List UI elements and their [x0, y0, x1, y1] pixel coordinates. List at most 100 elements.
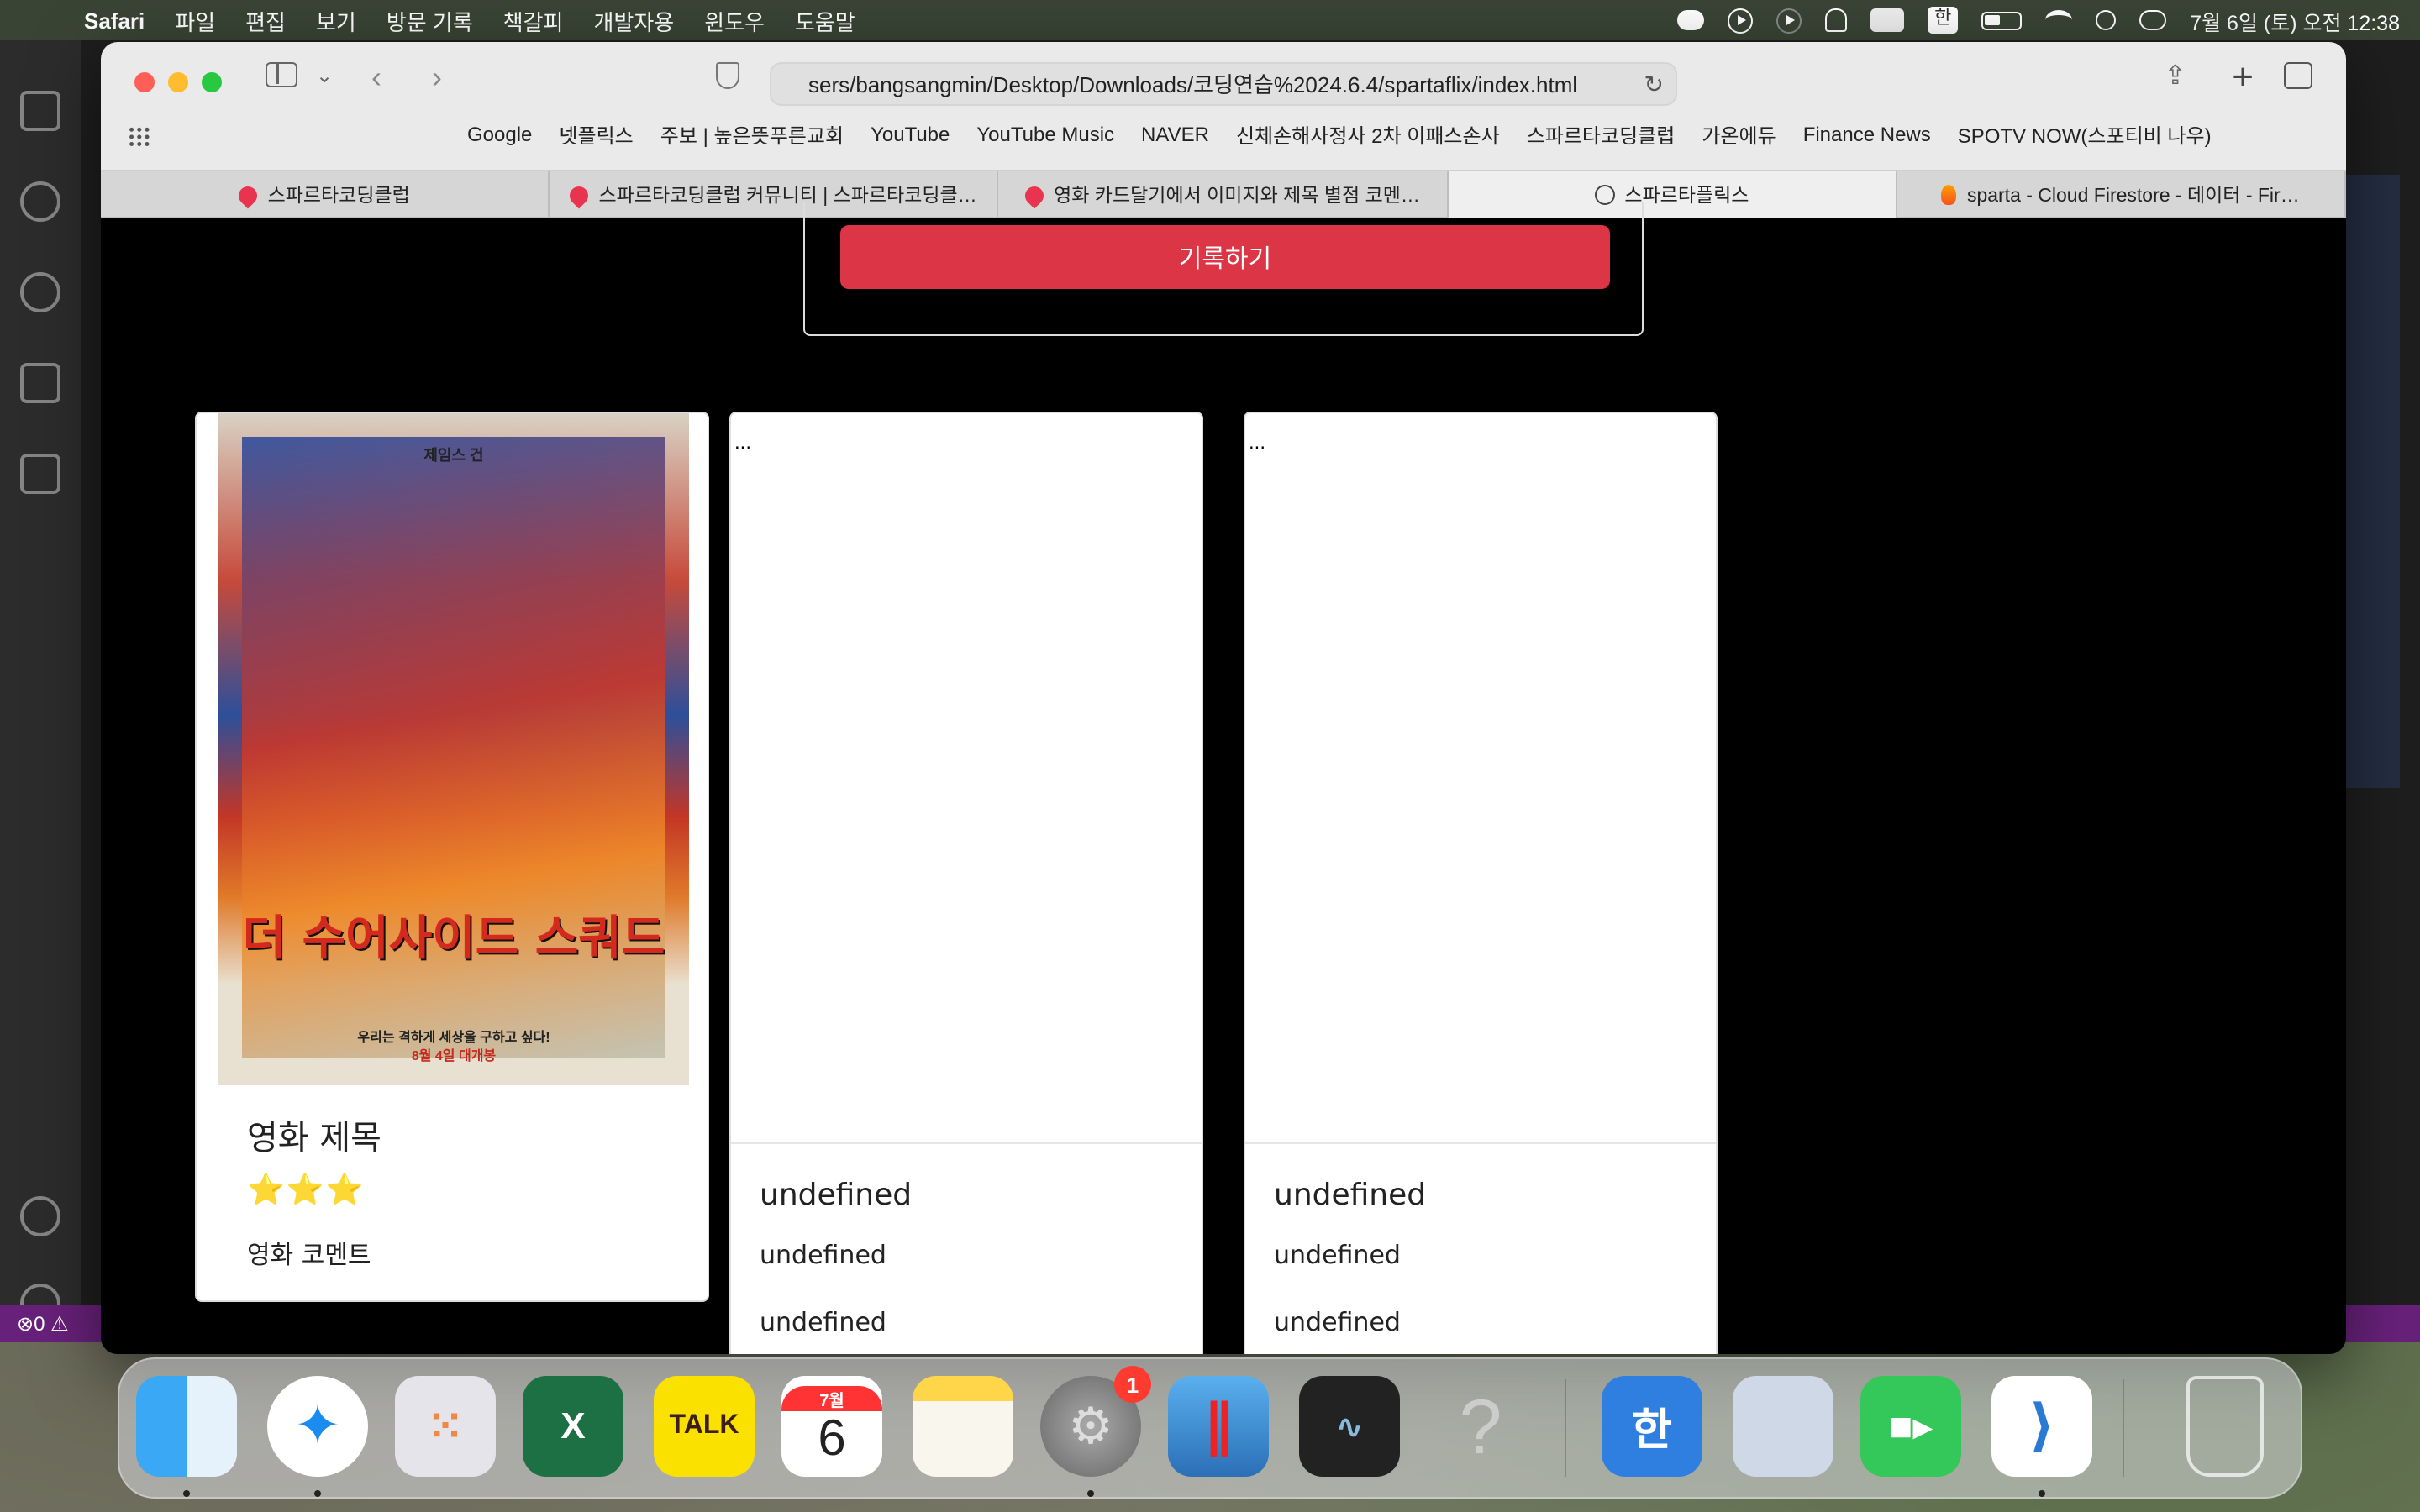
forward-button[interactable]: ›	[432, 60, 442, 96]
facetime-icon[interactable]: ■▸	[1860, 1376, 1961, 1477]
movie-card: 제임스 건 더 수어사이드 스쿼드 우리는 격하게 세상을 구하고 싶다! 8월…	[195, 412, 709, 1302]
bookmark-church[interactable]: 주보 | 높은뜻푸른교회	[660, 120, 844, 149]
bookmark-gaonedu[interactable]: 가온에듀	[1702, 120, 1776, 149]
menubar-app-icon[interactable]	[1870, 8, 1905, 32]
system-settings-icon[interactable]: ⚙ 1	[1040, 1366, 1151, 1477]
card-title: undefined	[760, 1178, 913, 1213]
bookmark-spotv[interactable]: SPOTV NOW(스포티비 나우)	[1958, 120, 2212, 149]
bookmark-google[interactable]: Google	[467, 123, 532, 146]
warning-icon[interactable]: ⚠	[45, 1312, 69, 1336]
battery-icon[interactable]	[1981, 11, 2023, 29]
card-star-rating: undefined	[760, 1240, 886, 1270]
tab-label: sparta - Cloud Firestore - 데이터 - Fir…	[1966, 186, 2300, 207]
movie-card: ... undefined undefined undefined	[1244, 412, 1718, 1354]
vscode-activity-bar	[0, 40, 81, 1342]
media-play-icon[interactable]	[1728, 8, 1754, 33]
tab-firestore[interactable]: sparta - Cloud Firestore - 데이터 - Fir…	[1897, 171, 2346, 218]
menu-bookmarks[interactable]: 책갈피	[503, 4, 564, 36]
menu-view[interactable]: 보기	[316, 4, 356, 36]
record-button[interactable]: 기록하기	[840, 225, 1610, 289]
activity-monitor-icon[interactable]: ∿	[1299, 1376, 1400, 1477]
launchpad-icon[interactable]: ⁙	[395, 1376, 496, 1477]
trash-icon[interactable]	[2186, 1376, 2264, 1477]
spotlight-search-icon[interactable]	[2096, 10, 2117, 30]
dock: ✦ ⁙ X TALK 7월 6 ⚙ 1 ∥ ∿ ? 한 ■▸ ⟩	[118, 1357, 2302, 1499]
wifi-icon[interactable]	[2045, 10, 2073, 30]
fullscreen-window-button[interactable]	[202, 72, 222, 92]
notification-bell-icon[interactable]	[1825, 8, 1848, 32]
back-button[interactable]: ‹	[371, 60, 381, 96]
record-form: 기록하기	[803, 202, 1644, 336]
bookmark-naver[interactable]: NAVER	[1141, 123, 1209, 146]
menu-develop[interactable]: 개발자용	[594, 4, 675, 36]
media-app-icon[interactable]	[1776, 8, 1802, 33]
notes-icon[interactable]	[913, 1376, 1013, 1477]
menu-window[interactable]: 윈도우	[704, 4, 765, 36]
source-control-icon[interactable]	[20, 272, 60, 312]
safari-window: ⌄ ‹ › sers/bangsangmin/Desktop/Downloads…	[101, 42, 2346, 1354]
control-center-icon[interactable]	[2139, 10, 2167, 30]
input-source-indicator[interactable]: 한	[1928, 7, 1959, 34]
parallels-icon[interactable]: ∥	[1168, 1376, 1269, 1477]
card-star-rating: ⭐⭐⭐	[247, 1173, 366, 1206]
card-comment: undefined	[760, 1307, 886, 1337]
tab-sparta-coding-club[interactable]: 스파르타코딩클럽	[101, 171, 550, 218]
card-comment: 영화 코멘트	[247, 1240, 371, 1270]
share-icon[interactable]: ⇪	[2164, 59, 2186, 92]
image-alt-text: ...	[1249, 430, 1266, 454]
bookmark-netflix[interactable]: 넷플릭스	[559, 120, 633, 149]
messenger-icon[interactable]	[1677, 10, 1705, 30]
address-bar[interactable]: sers/bangsangmin/Desktop/Downloads/코딩연습%…	[770, 62, 1677, 106]
menu-edit[interactable]: 편집	[245, 4, 286, 36]
error-icon[interactable]: ⊗	[17, 1312, 34, 1336]
card-title: 영화 제목	[247, 1117, 381, 1158]
hancom-viewer-icon[interactable]: 한	[1602, 1376, 1702, 1477]
url-text: sers/bangsangmin/Desktop/Downloads/코딩연습%…	[808, 72, 1578, 97]
privacy-shield-icon[interactable]	[716, 62, 739, 89]
safari-compass-icon[interactable]: ✦	[267, 1376, 368, 1477]
image-alt-text: ...	[734, 430, 752, 454]
poster-title-text: 더 수어사이드 스쿼드	[242, 911, 666, 966]
reload-icon[interactable]: ↻	[1644, 64, 1664, 104]
close-window-button[interactable]	[134, 72, 155, 92]
minimize-window-button[interactable]	[168, 72, 188, 92]
sparta-icon	[235, 181, 262, 208]
new-tab-button[interactable]: +	[2232, 55, 2254, 99]
bookmark-epass[interactable]: 신체손해사정사 2차 이패스손사	[1236, 120, 1500, 149]
poster-director-text: 제임스 건	[424, 447, 484, 464]
card-title: undefined	[1274, 1178, 1427, 1213]
spartaflix-page: 기록하기 제임스 건 더 수어사이드 스쿼드 우리는 격하게 세상을 구하고 싶…	[101, 202, 2346, 1354]
menu-help[interactable]: 도움말	[795, 4, 855, 36]
menu-history[interactable]: 방문 기록	[387, 4, 473, 36]
macos-menu-bar: Safari 파일 편집 보기 방문 기록 책갈피 개발자용 윈도우 도움말 한…	[0, 0, 2420, 40]
run-debug-icon[interactable]	[20, 363, 60, 403]
bookmark-finance-news[interactable]: Finance News	[1803, 123, 1931, 146]
sparta-icon	[566, 181, 593, 208]
favorites-bar: Google 넷플릭스 주보 | 높은뜻푸른교회 YouTube YouTube…	[101, 116, 2346, 153]
explorer-icon[interactable]	[20, 91, 60, 131]
error-count[interactable]: 0	[34, 1312, 45, 1336]
calendar-icon[interactable]: 7월 6	[781, 1376, 882, 1477]
chevron-down-icon[interactable]: ⌄	[316, 64, 333, 87]
kakaotalk-icon[interactable]: TALK	[654, 1376, 755, 1477]
card-comment: undefined	[1274, 1307, 1401, 1337]
finder-icon[interactable]	[136, 1376, 237, 1477]
tab-overview-icon[interactable]	[2284, 62, 2312, 89]
account-icon[interactable]	[20, 1196, 60, 1236]
card-star-rating: undefined	[1274, 1240, 1401, 1270]
extensions-icon[interactable]	[20, 454, 60, 494]
sidebar-toggle-icon[interactable]	[266, 62, 297, 87]
broken-card-image: ...	[1245, 413, 1716, 1144]
search-icon[interactable]	[20, 181, 60, 222]
preview-icon[interactable]	[1733, 1376, 1833, 1477]
menubar-clock[interactable]: 7월 6일 (토) 오전 12:38	[2190, 4, 2400, 36]
bookmark-youtube[interactable]: YouTube	[871, 123, 950, 146]
question-mark-icon[interactable]: ?	[1430, 1376, 1531, 1477]
excel-icon[interactable]: X	[523, 1376, 623, 1477]
bookmark-sparta[interactable]: 스파르타코딩클럽	[1527, 120, 1676, 149]
vscode-icon[interactable]: ⟩	[1991, 1376, 2092, 1477]
app-menu[interactable]: Safari	[84, 8, 145, 33]
menu-file[interactable]: 파일	[175, 4, 215, 36]
movie-card: ... undefined undefined undefined	[729, 412, 1203, 1354]
bookmark-youtube-music[interactable]: YouTube Music	[976, 123, 1114, 146]
